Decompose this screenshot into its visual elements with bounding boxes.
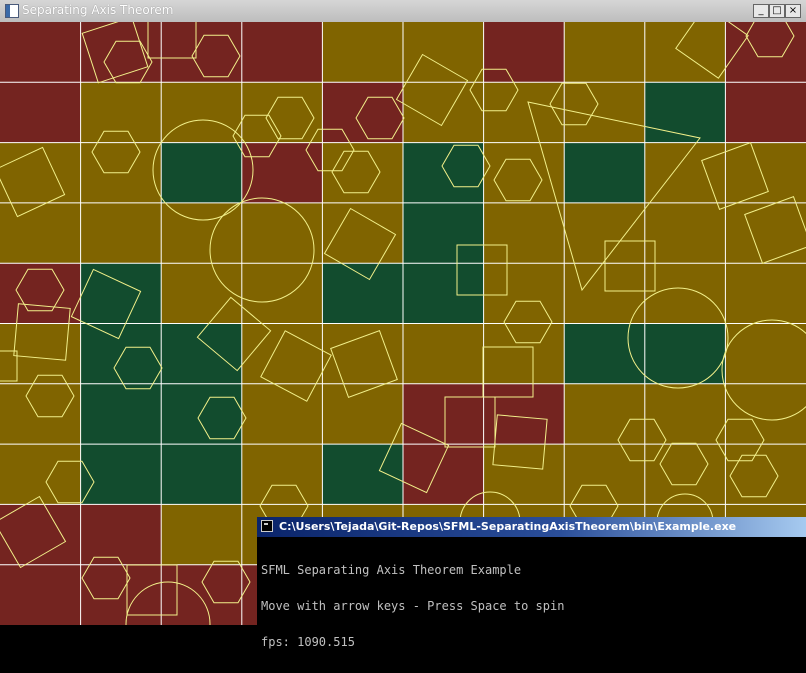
grid-cell — [725, 202, 806, 264]
grid-cell — [483, 263, 565, 324]
grid-cell — [403, 263, 484, 324]
grid-cell — [725, 142, 806, 203]
grid-cell — [80, 504, 162, 565]
grid-cell — [0, 263, 81, 324]
grid-cell — [644, 383, 726, 445]
console-line: SFML Separating Axis Theorem Example — [261, 563, 522, 577]
grid-cell — [322, 22, 403, 83]
grid-cell — [161, 82, 242, 143]
grid-cell — [0, 564, 81, 625]
grid-cell — [241, 323, 323, 384]
window-title: Separating Axis Theorem — [22, 3, 174, 17]
minimize-button[interactable]: _ — [753, 4, 769, 18]
grid-cell — [644, 323, 726, 384]
grid-cell — [161, 444, 242, 505]
grid-cell — [241, 383, 323, 445]
console-titlebar[interactable]: C:\Users\Tejada\Git-Repos\SFML-Separatin… — [257, 517, 806, 537]
grid-cell — [161, 504, 242, 565]
grid-cell — [161, 564, 242, 625]
grid-cell — [403, 323, 484, 384]
grid-cell — [564, 383, 645, 445]
grid-cell — [644, 202, 726, 264]
grid-cell — [322, 82, 403, 143]
grid-cell — [725, 22, 806, 83]
grid-cell — [80, 22, 162, 83]
grid-cell — [0, 444, 81, 505]
grid-cell — [241, 22, 323, 83]
grid-cell — [322, 263, 403, 324]
grid-cell — [241, 444, 323, 505]
grid-cell — [564, 22, 645, 83]
grid-cell — [80, 263, 162, 324]
grid-cell — [322, 383, 403, 445]
grid-cell — [644, 444, 726, 505]
grid-cell — [0, 142, 81, 203]
app-window-icon — [5, 4, 19, 18]
grid-cell — [322, 323, 403, 384]
grid-cell — [644, 22, 726, 83]
console-line: fps: 1090.515 — [261, 635, 355, 649]
grid-cell — [725, 383, 806, 445]
grid-cell — [403, 202, 484, 264]
grid-cell — [80, 202, 162, 264]
grid-cell — [403, 22, 484, 83]
grid-cell — [483, 444, 565, 505]
grid-cell — [725, 323, 806, 384]
grid-cell — [403, 142, 484, 203]
grid-cell — [161, 263, 242, 324]
grid-cell — [483, 323, 565, 384]
grid-cell — [403, 82, 484, 143]
console-window[interactable]: C:\Users\Tejada\Git-Repos\SFML-Separatin… — [257, 517, 806, 648]
console-output: SFML Separating Axis Theorem Example Mov… — [261, 540, 564, 672]
grid-cell — [403, 444, 484, 505]
window-titlebar[interactable]: Separating Axis Theorem _ □ × — [0, 0, 806, 23]
grid-cell — [725, 444, 806, 505]
grid-cell — [80, 564, 162, 625]
grid-cell — [322, 444, 403, 505]
grid-cell — [483, 202, 565, 264]
grid-cell — [161, 142, 242, 203]
grid-cell — [0, 82, 81, 143]
grid-cell — [0, 383, 81, 445]
grid-cell — [483, 22, 565, 83]
grid-cell — [483, 82, 565, 143]
grid-cell — [241, 263, 323, 324]
grid-cell — [80, 82, 162, 143]
grid-cell — [403, 383, 484, 445]
grid-cell — [80, 383, 162, 445]
grid-cell — [80, 444, 162, 505]
console-icon — [261, 520, 273, 532]
maximize-button[interactable]: □ — [769, 4, 785, 18]
grid-cell — [241, 202, 323, 264]
grid-cell — [241, 142, 323, 203]
console-line: Move with arrow keys - Press Space to sp… — [261, 599, 565, 613]
console-title: C:\Users\Tejada\Git-Repos\SFML-Separatin… — [279, 520, 737, 533]
grid-cell — [564, 142, 645, 203]
grid-cell — [644, 82, 726, 143]
grid-cell — [322, 202, 403, 264]
grid-cell — [564, 323, 645, 384]
grid-cell — [0, 202, 81, 264]
grid-cell — [161, 383, 242, 445]
grid-cell — [0, 22, 81, 83]
grid-cell — [725, 82, 806, 143]
grid-cell — [483, 142, 565, 203]
grid-cell — [725, 263, 806, 324]
close-button[interactable]: × — [785, 4, 801, 18]
grid-cell — [644, 263, 726, 324]
